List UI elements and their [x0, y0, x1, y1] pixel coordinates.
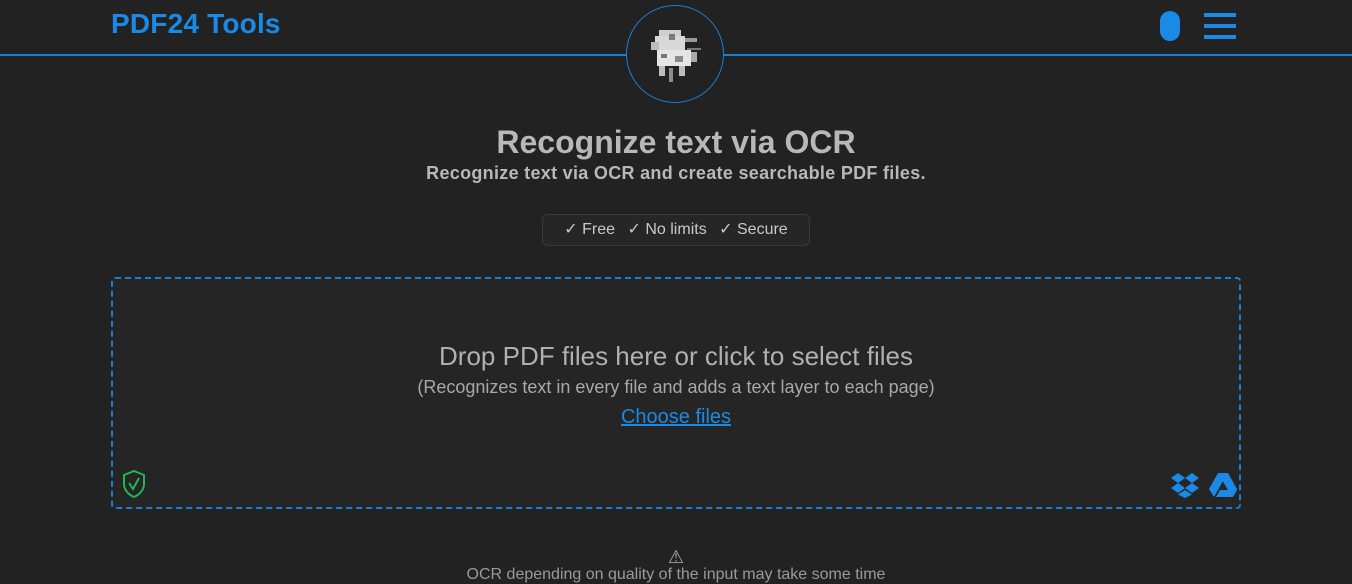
google-drive-icon[interactable] — [1208, 472, 1238, 503]
drop-title: Drop PDF files here or click to select f… — [439, 341, 913, 371]
page-subtitle: Recognize text via OCR and create search… — [426, 163, 926, 183]
security-shield-icon[interactable] — [122, 469, 146, 503]
drop-description: (Recognizes text in every file and adds … — [417, 377, 935, 397]
feature-secure: ✓ Secure — [719, 221, 788, 238]
brand-logo-link[interactable]: PDF24 Tools — [111, 8, 281, 40]
choose-files-wrap: Choose files — [113, 406, 1239, 429]
mouse-icon[interactable] — [1160, 11, 1180, 41]
ocr-notice-text: OCR depending on quality of the input ma… — [466, 566, 886, 583]
warning-icon: ⚠ — [667, 547, 685, 567]
feature-badges: ✓ Free ✓ No limits ✓ Secure — [542, 214, 810, 246]
page-title: Recognize text via OCR — [496, 124, 856, 160]
feature-free: ✓ Free — [564, 221, 616, 238]
hamburger-menu-icon[interactable] — [1204, 13, 1236, 39]
cloud-upload-options — [1170, 472, 1238, 503]
ocr-robot-icon — [651, 30, 701, 82]
dropbox-icon[interactable] — [1170, 472, 1200, 503]
file-drop-zone[interactable]: Drop PDF files here or click to select f… — [111, 277, 1241, 509]
choose-files-link[interactable]: Choose files — [621, 406, 731, 428]
tool-mascot-logo — [626, 5, 724, 103]
feature-no-limits: ✓ No limits — [627, 221, 707, 238]
